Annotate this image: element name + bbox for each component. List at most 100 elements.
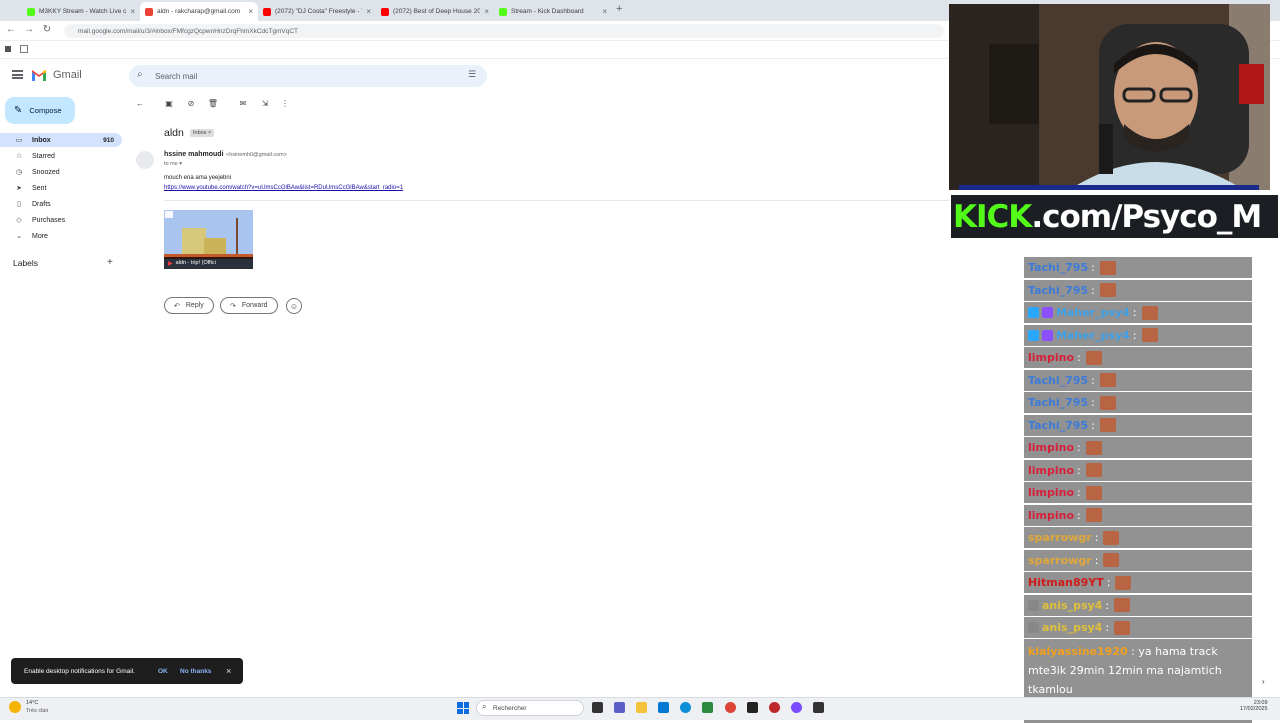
chat-username: limpino bbox=[1028, 463, 1075, 477]
emote-icon bbox=[1099, 373, 1116, 387]
emote-icon bbox=[1103, 530, 1120, 545]
file-explorer-icon[interactable] bbox=[636, 702, 647, 713]
close-tab-icon[interactable]: × bbox=[484, 7, 489, 16]
browser-tab[interactable]: M3KKY Stream - Watch Live o × bbox=[22, 2, 140, 21]
sidebar-item-purchases[interactable]: ◇ Purchases bbox=[0, 213, 122, 227]
sidebar-item-drafts[interactable]: ▯ Drafts bbox=[0, 197, 122, 211]
inbox-icon: ▭ bbox=[15, 137, 23, 144]
grid-icon[interactable] bbox=[20, 45, 28, 53]
favicon-icon bbox=[145, 7, 153, 16]
close-tab-icon[interactable]: × bbox=[366, 7, 371, 16]
app-icon[interactable] bbox=[702, 702, 713, 713]
chat-message: klalyassine1920 : ya hama track mte3ik 2… bbox=[1024, 639, 1252, 702]
mark-unread-icon[interactable]: ✉ bbox=[237, 99, 249, 108]
chat-username: Tachi_795 bbox=[1028, 373, 1089, 387]
close-tab-icon[interactable]: × bbox=[602, 7, 607, 16]
favicon-icon bbox=[381, 7, 389, 16]
chat-username: Maher_psy4 bbox=[1056, 328, 1130, 342]
forward-icon: ↷ bbox=[230, 302, 236, 310]
browser-tab[interactable]: (2072) "DJ Costa" Freestyle - Yo × bbox=[258, 2, 376, 21]
store-icon[interactable] bbox=[658, 702, 669, 713]
new-tab-button[interactable]: + bbox=[616, 3, 622, 15]
chat-message: Tachi_795: bbox=[1024, 369, 1252, 391]
favicon-icon bbox=[499, 7, 507, 16]
chat-username: limpino bbox=[1028, 351, 1075, 364]
stream-chat-overlay: Tachi_795: Tachi_795: Maher_psy4: Maher_psy… bbox=[1024, 257, 1252, 723]
sidebar-item-snoozed[interactable]: ◷ Snoozed bbox=[0, 165, 122, 179]
forward-icon[interactable]: → bbox=[23, 24, 35, 35]
url-field[interactable]: mail.google.com/mail/u/3/#inbox/FMfcgzQc… bbox=[64, 24, 944, 38]
compose-button[interactable]: ✎ Compose bbox=[5, 97, 75, 124]
emote-icon bbox=[1099, 260, 1116, 275]
emote-icon bbox=[1085, 440, 1102, 455]
chat-separator: : bbox=[1105, 621, 1110, 634]
emote-icon bbox=[1085, 485, 1102, 500]
add-label-icon[interactable]: + bbox=[107, 257, 113, 268]
snackbar-no-thanks-button[interactable]: No thanks bbox=[180, 668, 211, 675]
video-thumbnail[interactable]: ▶ aldn - trip! (Offici bbox=[164, 210, 253, 269]
delete-icon[interactable]: 🗑 bbox=[207, 99, 219, 108]
forward-button[interactable]: ↷ Forward bbox=[220, 297, 278, 314]
emote-icon bbox=[1103, 553, 1120, 567]
chat-separator: : bbox=[1106, 576, 1111, 589]
main-menu-icon[interactable] bbox=[12, 70, 23, 79]
terminal-icon[interactable] bbox=[813, 702, 824, 713]
sidebar-item-label: Drafts bbox=[32, 200, 51, 208]
obs-icon[interactable] bbox=[747, 702, 758, 713]
browser-tab[interactable]: (2072) Best of Deep House 202 × bbox=[376, 2, 494, 21]
snackbar-ok-button[interactable]: OK bbox=[158, 668, 168, 675]
report-spam-icon[interactable]: ⊘ bbox=[185, 99, 197, 108]
back-icon[interactable]: ← bbox=[5, 24, 17, 35]
chat-username: Tachi_795 bbox=[1028, 418, 1089, 432]
send-icon: ➤ bbox=[16, 185, 22, 192]
archive-icon[interactable]: ▣ bbox=[163, 99, 175, 108]
chat-message: Tachi_795: bbox=[1024, 279, 1252, 301]
apps-icon[interactable] bbox=[5, 46, 11, 52]
task-view-icon[interactable] bbox=[592, 702, 603, 713]
chat-username: sparrowgr bbox=[1028, 553, 1092, 567]
reload-icon[interactable]: ↻ bbox=[41, 24, 53, 35]
edge-icon[interactable] bbox=[680, 702, 691, 713]
sidebar-item-starred[interactable]: ☆ Starred bbox=[0, 149, 122, 163]
weather-icon[interactable] bbox=[9, 701, 21, 713]
favicon-icon bbox=[27, 7, 35, 16]
inbox-label-chip[interactable]: Inbox × bbox=[190, 129, 215, 137]
browser-tab[interactable]: Stream - Kick Dashboard × bbox=[494, 2, 612, 21]
search-input[interactable]: Search mail bbox=[129, 65, 487, 87]
move-to-icon[interactable]: ⇲ bbox=[259, 99, 271, 108]
close-tab-icon[interactable]: × bbox=[248, 7, 253, 16]
reply-icon: ↶ bbox=[174, 302, 180, 310]
chat-message: sparrowgr: bbox=[1024, 527, 1252, 548]
chrome-icon[interactable] bbox=[725, 702, 736, 713]
taskbar-search-input[interactable]: Rechercher bbox=[476, 700, 584, 716]
sidebar-item-more[interactable]: ⌄ More bbox=[0, 229, 122, 243]
emoji-react-icon[interactable]: ☺ bbox=[286, 298, 302, 314]
search-icon[interactable]: ⌕ bbox=[137, 69, 143, 80]
recipient-details[interactable]: to me ▾ bbox=[164, 161, 182, 167]
more-options-icon[interactable]: ⋮ bbox=[279, 99, 291, 108]
kick-channel-url: .com/Psyco_M bbox=[1031, 198, 1262, 235]
search-options-icon[interactable]: ☰ bbox=[468, 69, 476, 80]
chat-separator: : bbox=[1091, 418, 1095, 432]
chevron-right-icon[interactable]: › bbox=[1262, 677, 1265, 686]
back-to-inbox-icon[interactable]: ← bbox=[134, 99, 146, 108]
chat-message: limpino: bbox=[1024, 504, 1252, 526]
app-icon-red[interactable] bbox=[769, 702, 780, 713]
badge-icon bbox=[1042, 329, 1053, 341]
sidebar-item-inbox[interactable]: ▭ Inbox 910 bbox=[0, 133, 122, 147]
chat-message: anis_psy4: bbox=[1024, 594, 1252, 616]
chat-message: Maher_psy4: bbox=[1024, 324, 1252, 346]
start-menu-icon[interactable] bbox=[457, 702, 469, 714]
chat-message: limpino: bbox=[1024, 347, 1252, 368]
teams-icon[interactable] bbox=[614, 702, 625, 713]
unread-count: 910 bbox=[103, 136, 114, 144]
sidebar-item-sent[interactable]: ➤ Sent bbox=[0, 181, 122, 195]
reply-button[interactable]: ↶ Reply bbox=[164, 297, 214, 314]
close-tab-icon[interactable]: × bbox=[130, 7, 135, 16]
close-icon[interactable]: × bbox=[226, 666, 231, 676]
clock-date: 17/02/2025 bbox=[1240, 706, 1268, 712]
youtube-link[interactable]: https://www.youtube.com/watch?v=uUmsCcGl… bbox=[164, 185, 403, 191]
browser-tab[interactable]: aldn - rakcharap@gmail.com × bbox=[140, 2, 258, 21]
app-icon-purple[interactable] bbox=[791, 702, 802, 713]
webcam-overlay bbox=[949, 4, 1270, 190]
